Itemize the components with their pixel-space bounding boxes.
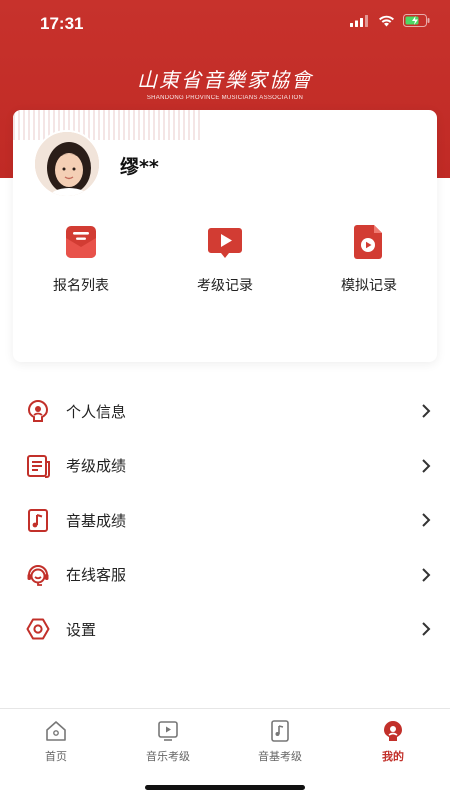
- customer-service-icon: [27, 564, 49, 586]
- wifi-icon: [379, 15, 394, 26]
- tab-home[interactable]: 首页: [6, 719, 106, 764]
- status-indicators: [350, 14, 430, 27]
- menu-item-music-theory-scores[interactable]: 音基成绩: [0, 493, 450, 548]
- user-info-icon: [27, 400, 49, 423]
- signal-icon: [350, 14, 368, 27]
- menu-item-personal-info[interactable]: 个人信息: [0, 384, 450, 439]
- chevron-right-icon: [422, 513, 431, 527]
- status-bar: 17:31: [0, 0, 450, 48]
- tab-profile[interactable]: 我的: [343, 719, 443, 764]
- menu-item-customer-service[interactable]: 在线客服: [0, 548, 450, 603]
- mock-file-icon: [354, 225, 382, 259]
- music-theory-score-icon: [28, 509, 48, 533]
- avatar[interactable]: [33, 130, 101, 198]
- menu-label-music-theory-scores: 音基成绩: [66, 511, 127, 530]
- chevron-right-icon: [422, 459, 431, 473]
- logo-title-en: SHANDONG PROVINCE MUSICIANS ASSOCIATION: [146, 95, 304, 101]
- music-theory-exam-icon: [271, 720, 289, 742]
- mock-records-label: 模拟记录: [341, 278, 397, 294]
- menu-item-settings[interactable]: 设置: [0, 602, 450, 657]
- home-indicator: [145, 785, 305, 790]
- battery-icon: [403, 14, 430, 27]
- settings-icon: [26, 618, 50, 640]
- menu-label-settings: 设置: [66, 620, 97, 639]
- menu-label-personal-info: 个人信息: [66, 402, 127, 421]
- status-time: 17:31: [40, 14, 84, 33]
- chevron-right-icon: [422, 404, 431, 418]
- mock-records-button[interactable]: 模拟记录: [309, 222, 429, 295]
- settings-menu: 个人信息 考级成绩 音基成绩 在线客服 设置: [0, 384, 450, 657]
- logo-title-cn: 山東省音樂家協會: [137, 68, 313, 92]
- home-icon: [46, 721, 66, 741]
- music-exam-icon: [158, 721, 178, 741]
- registration-envelope-icon: [66, 226, 96, 258]
- tab-profile-label: 我的: [382, 750, 404, 763]
- avatar-image: [35, 132, 99, 196]
- chevron-right-icon: [422, 568, 431, 582]
- card-decoration: [13, 110, 201, 140]
- username: 缪**: [120, 156, 159, 178]
- tab-music-theory-exam[interactable]: 音基考级: [230, 719, 330, 764]
- quick-actions: 报名列表 考级记录 模拟记录: [13, 222, 437, 302]
- menu-label-exam-scores: 考级成绩: [66, 457, 127, 476]
- exam-records-label: 考级记录: [197, 278, 253, 294]
- tab-home-label: 首页: [45, 750, 67, 763]
- tab-music-exam[interactable]: 音乐考级: [118, 719, 218, 764]
- registration-list-label: 报名列表: [53, 278, 109, 294]
- exam-records-button[interactable]: 考级记录: [165, 222, 285, 295]
- chevron-right-icon: [422, 622, 431, 636]
- exam-play-icon: [208, 228, 242, 258]
- profile-icon: [384, 721, 402, 741]
- tab-music-theory-exam-label: 音基考级: [258, 750, 302, 763]
- tab-music-exam-label: 音乐考级: [146, 750, 190, 763]
- menu-label-customer-service: 在线客服: [66, 566, 127, 585]
- registration-list-button[interactable]: 报名列表: [21, 222, 141, 295]
- association-logo: 山東省音樂家協會 SHANDONG PROVINCE MUSICIANS ASS…: [0, 64, 450, 101]
- exam-score-icon: [27, 454, 50, 478]
- menu-item-exam-scores[interactable]: 考级成绩: [0, 439, 450, 494]
- profile-card: 缪** 报名列表 考级记录 模拟记录: [13, 110, 437, 362]
